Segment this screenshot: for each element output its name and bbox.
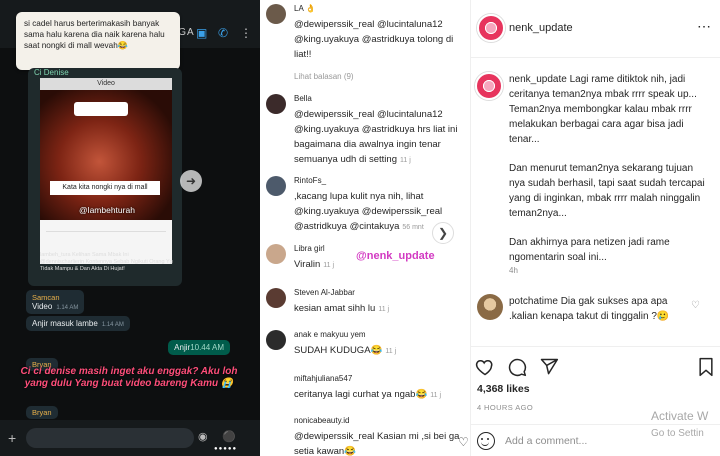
post-username[interactable]: nenk_update — [509, 22, 573, 34]
like-comment-icon[interactable]: ♡ — [458, 435, 469, 449]
activation-watermark: Activate W Go to Settin — [651, 409, 709, 439]
video-overlay-text: Ci ci denise masih inget aku enggak? Aku… — [20, 366, 238, 389]
post-comment: potchatime Dia gak sukses apa apa .kalia… — [509, 296, 670, 322]
video-handle: @lambehturah — [79, 205, 135, 215]
avatar — [266, 94, 286, 114]
video-call-icon: ▣ — [196, 26, 208, 40]
comment-text: kesian amat sihh lu 11 j — [294, 303, 390, 314]
caption-username[interactable]: nenk_update — [509, 74, 567, 85]
add-comment-input[interactable] — [505, 433, 675, 449]
comment-username: Bella — [294, 94, 312, 103]
chat-message-outgoing: Anjir10.44 AM — [168, 340, 230, 355]
avatar — [266, 288, 286, 308]
commenter-avatar[interactable] — [477, 294, 503, 320]
comment-username: nonicabeauty.id — [294, 416, 350, 425]
video-caption: si cadel harus berterimakasih banyak sam… — [16, 12, 180, 70]
comment-text: @dewiperssik_real @lucintaluna12 @king.u… — [294, 109, 458, 165]
post-panel: nenk_update ⋯ nenk_update Lagi rame diti… — [470, 0, 720, 456]
share-icon[interactable] — [539, 357, 559, 377]
avatar — [266, 4, 286, 24]
comment-username: Steven Al-Jabbar — [294, 288, 355, 297]
avatar[interactable] — [477, 14, 505, 42]
more-icon: ⋮ — [240, 26, 252, 40]
mic-icon: ⚫ — [222, 431, 236, 443]
video-label: Video — [40, 78, 172, 90]
phone-icon: ✆ — [218, 26, 229, 40]
view-replies-link[interactable]: Lihat balasan (9) — [294, 72, 354, 81]
next-chevron-icon[interactable]: ❯ — [432, 222, 454, 244]
comments-screenshot: LA 👌 @dewiperssik_real @lucintaluna12 @k… — [260, 0, 470, 456]
forwarded-video: Ci Denise Video Kata kita nongki nya di … — [28, 68, 182, 286]
caption-age: 4h — [509, 266, 518, 275]
like-comment-icon[interactable]: ♡ — [691, 300, 700, 311]
camera-icon: ◉ — [198, 431, 208, 443]
next-arrow-icon[interactable]: ➜ — [180, 170, 202, 192]
comment-text: @dewiperssik_real @lucintaluna12 @king.u… — [294, 19, 454, 60]
forwarded-sender: Ci Denise — [34, 68, 69, 77]
post-media: NGA ▣ ✆ ⋮ si cadel harus berterimakasih … — [0, 0, 260, 456]
post-caption: nenk_update Lagi rame ditiktok nih, jadi… — [509, 74, 705, 263]
emoji-icon[interactable] — [477, 432, 495, 450]
video-sticker — [74, 102, 128, 116]
comment-username: anak e makyuu yem — [294, 330, 366, 339]
post-header: nenk_update ⋯ — [471, 0, 720, 58]
chat-message: Bryan — [26, 406, 58, 419]
plus-icon: + — [8, 430, 17, 446]
comment-text: SUDAH KUDUGA😂 11 j — [294, 345, 397, 356]
more-options-icon[interactable]: ⋯ — [697, 18, 712, 35]
comment-icon[interactable] — [507, 357, 527, 377]
avatar — [266, 176, 286, 196]
comment-text: @dewiperssik_real Kasian mi ,si bei ga s… — [294, 431, 460, 456]
video-subtitle: Kata kita nongki nya di mall — [50, 181, 160, 195]
avatar — [266, 244, 286, 264]
message-field — [26, 428, 194, 448]
comment-username: miftahjuliana547 — [294, 374, 353, 383]
avatar — [266, 374, 286, 394]
post-timestamp: 4 HOURS AGO — [477, 403, 534, 412]
heart-icon[interactable] — [475, 357, 495, 377]
comment-username: LA 👌 — [294, 4, 316, 13]
like-count[interactable]: 4,368 likes — [477, 383, 530, 395]
carousel-dots: ●●●●● — [214, 446, 238, 452]
save-bookmark-icon[interactable] — [697, 357, 715, 377]
embedded-caption: lambeh_tura Kelihan Sama Mbak Ini @denni… — [40, 252, 173, 272]
comment-text: ceritanya lagi curhat ya ngab😂 11 j — [294, 389, 442, 400]
avatar — [266, 330, 286, 350]
chat-message: Samcan Video 1.14 AM — [26, 290, 85, 314]
avatar — [266, 416, 286, 436]
account-watermark: @nenk_update — [356, 250, 435, 262]
caption-avatar[interactable] — [475, 72, 503, 100]
chat-message: Anjir masuk lambe 1.14 AM — [26, 316, 130, 331]
comment-username[interactable]: potchatime — [509, 296, 558, 307]
comment-username: RintoFs_ — [294, 176, 327, 185]
